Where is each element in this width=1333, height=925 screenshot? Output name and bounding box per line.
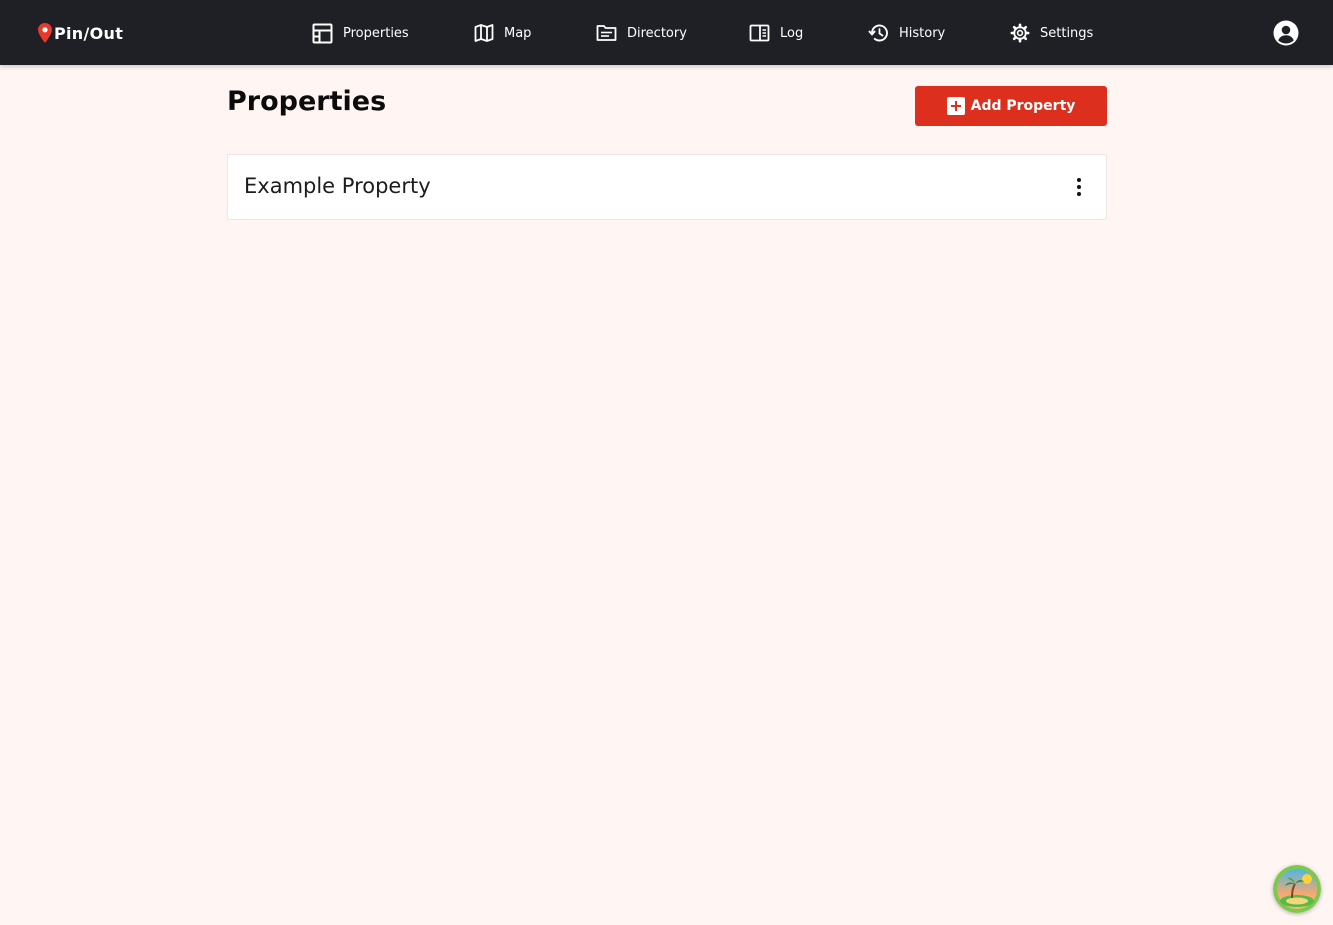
history-icon: [868, 24, 888, 42]
nav-item-directory[interactable]: Directory: [596, 21, 687, 45]
nav-item-settings[interactable]: Settings: [1010, 21, 1093, 45]
gear-icon: [1010, 23, 1030, 43]
property-name[interactable]: Example Property: [244, 174, 431, 198]
page-title: Properties: [227, 86, 387, 117]
brand-name: Pin/Out: [54, 23, 124, 43]
nav-item-label: Map: [504, 25, 532, 41]
add-property-button[interactable]: Add Property: [915, 86, 1107, 126]
nav-item-label: Directory: [627, 25, 687, 41]
floating-assistant-button[interactable]: [1273, 865, 1321, 913]
plus-icon: [946, 97, 965, 115]
nav-item-label: Log: [780, 25, 804, 41]
more-options-icon[interactable]: [1069, 176, 1089, 198]
user-avatar-icon: [1273, 20, 1299, 46]
map-pin-icon: [38, 23, 52, 43]
property-card[interactable]: Example Property: [227, 154, 1107, 220]
add-property-label: Add Property: [970, 98, 1076, 114]
island-icon: [1273, 865, 1321, 913]
nav-item-log[interactable]: Log: [749, 21, 803, 45]
user-account-button[interactable]: [1273, 20, 1299, 46]
folder-icon: [596, 25, 617, 41]
top-navbar: Pin/Out Properties Map Directory Log His…: [0, 0, 1333, 65]
brand-logo[interactable]: Pin/Out: [38, 22, 123, 44]
layout-icon: [312, 23, 333, 43]
nav-item-label: Properties: [343, 25, 409, 41]
log-icon: [749, 24, 770, 42]
nav-item-label: History: [899, 25, 946, 41]
nav-item-properties[interactable]: Properties: [312, 21, 409, 45]
nav-item-history[interactable]: History: [868, 21, 945, 45]
map-icon: [474, 24, 494, 42]
nav-item-label: Settings: [1040, 25, 1094, 41]
nav-item-map[interactable]: Map: [474, 21, 531, 45]
